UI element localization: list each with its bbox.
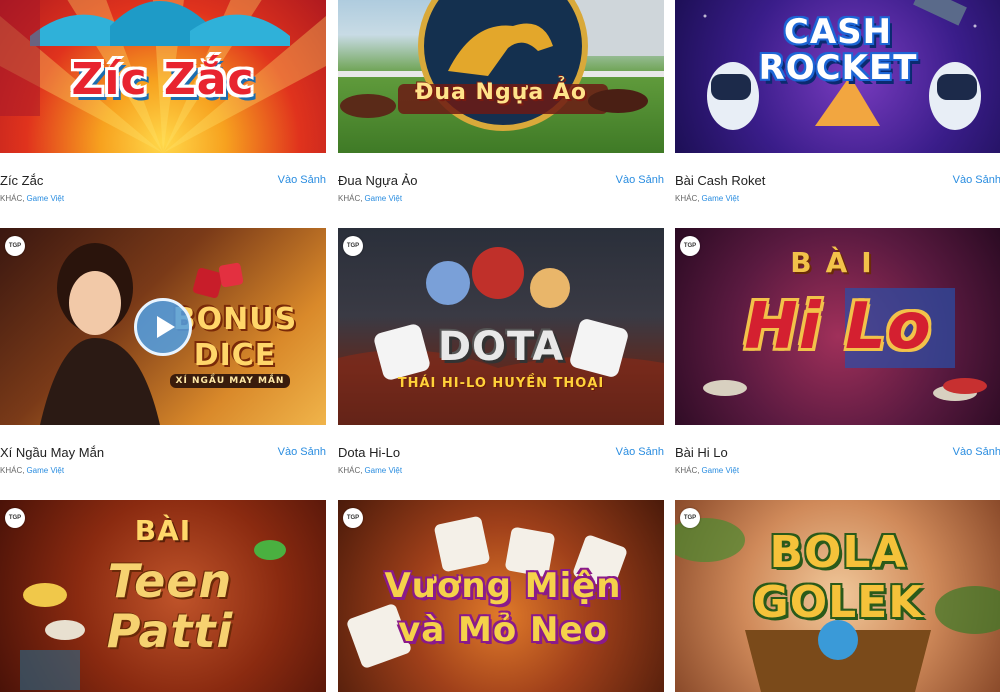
game-category: KHÁC, [338, 194, 363, 203]
game-thumbnail[interactable]: TGP DOTA THÁI HI-LO HUYỀN THOẠI [338, 228, 664, 425]
provider-badge: TGP [5, 508, 25, 528]
game-provider[interactable]: Game Việt [364, 194, 402, 203]
game-provider[interactable]: Game Việt [26, 466, 64, 475]
game-art-subtitle: BÀI [790, 246, 886, 279]
game-art-title: Teen Patti [106, 554, 234, 658]
game-art-title: Hi Lo [744, 290, 932, 364]
game-title: Zíc Zắc [0, 173, 44, 188]
game-art-title: BOLA GOLEK [752, 527, 924, 628]
game-thumbnail[interactable]: TGP Vương Miện và Mỏ Neo [338, 500, 664, 692]
game-meta: KHÁC, Game Việt [0, 194, 64, 203]
provider-badge: TGP [343, 508, 363, 528]
game-art-subtitle: THÁI HI-LO HUYỀN THOẠI [397, 376, 605, 391]
game-art-title: Đua Ngựa Ảo [414, 80, 588, 105]
enter-lobby-button[interactable]: Vào Sảnh [953, 174, 1000, 186]
game-category: KHÁC, [338, 466, 363, 475]
game-meta: KHÁC, Game Việt [675, 194, 739, 203]
game-category: KHÁC, [0, 194, 25, 203]
game-category: KHÁC, [675, 466, 700, 475]
game-category: KHÁC, [675, 194, 700, 203]
game-meta: KHÁC, Game Việt [675, 466, 739, 475]
game-provider[interactable]: Game Việt [26, 194, 64, 203]
game-thumbnail[interactable]: CASH ROCKET [675, 0, 1000, 153]
enter-lobby-button[interactable]: Vào Sảnh [616, 174, 664, 186]
game-meta: KHÁC, Game Việt [338, 466, 402, 475]
provider-badge: TGP [343, 236, 363, 256]
game-meta: KHÁC, Game Việt [338, 194, 402, 203]
enter-lobby-button[interactable]: Vào Sảnh [278, 174, 326, 186]
game-art-title: Zíc Zắc [71, 54, 255, 105]
game-meta: KHÁC, Game Việt [0, 466, 64, 475]
game-art-subtitle: XÍ NGẦU MAY MẮN [170, 374, 290, 388]
enter-lobby-button[interactable]: Vào Sảnh [278, 446, 326, 458]
game-thumbnail[interactable]: TGP BÀI Hi Lo [675, 228, 1000, 425]
game-thumbnail[interactable]: TGP BONUS DICE XÍ NGẦU MAY MẮN [0, 228, 326, 425]
game-thumbnail[interactable]: Zíc Zắc [0, 0, 326, 153]
enter-lobby-button[interactable]: Vào Sảnh [953, 446, 1000, 458]
game-title: Bài Cash Roket [675, 173, 766, 188]
provider-badge: TGP [680, 508, 700, 528]
game-title: Bài Hi Lo [675, 445, 728, 460]
game-provider[interactable]: Game Việt [701, 194, 739, 203]
game-title: Dota Hi-Lo [338, 445, 401, 460]
game-art-title: DOTA [437, 324, 565, 370]
game-art-title: CASH ROCKET [758, 12, 918, 88]
game-thumbnail[interactable]: TGP BOLA GOLEK [675, 500, 1000, 692]
game-category: KHÁC, [0, 466, 25, 475]
game-art-subtitle: BÀI [134, 514, 192, 547]
enter-lobby-button[interactable]: Vào Sảnh [616, 446, 664, 458]
play-icon [156, 316, 175, 338]
game-provider[interactable]: Game Việt [364, 466, 402, 475]
play-video-button[interactable] [134, 298, 192, 356]
game-provider[interactable]: Game Việt [701, 466, 739, 475]
game-title: Xí Ngầu May Mắn [0, 445, 105, 460]
game-thumbnail[interactable]: TGP BÀI Teen Patti [0, 500, 326, 692]
provider-badge: TGP [5, 236, 25, 256]
game-thumbnail[interactable]: Đua Ngựa Ảo [338, 0, 664, 153]
game-title: Đua Ngựa Ảo [338, 173, 418, 188]
provider-badge: TGP [680, 236, 700, 256]
game-art-title: Vương Miện và Mỏ Neo [384, 566, 622, 650]
